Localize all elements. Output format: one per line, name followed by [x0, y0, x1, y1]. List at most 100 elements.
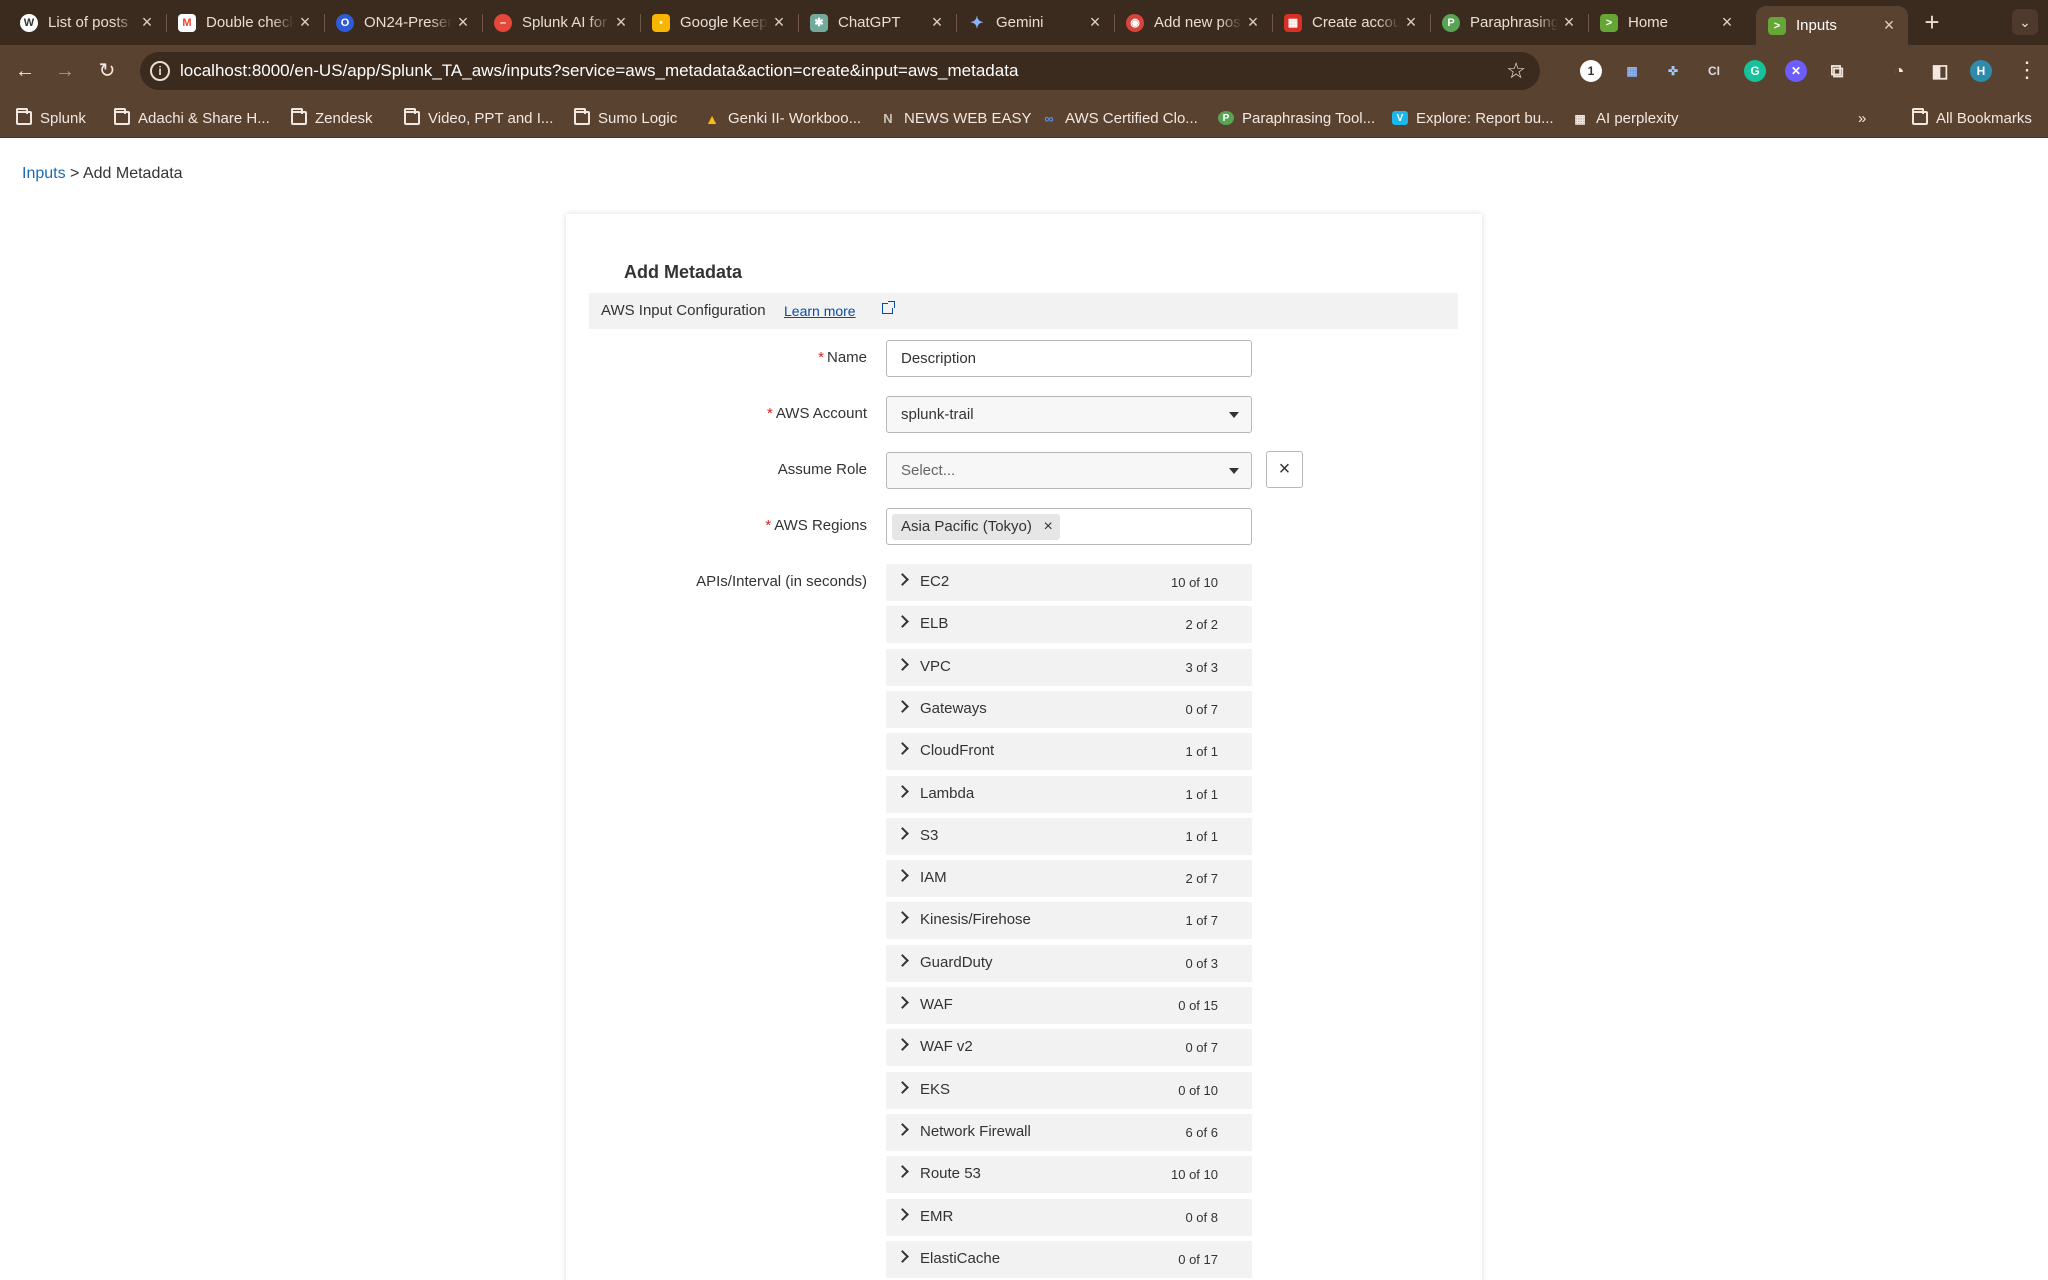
- bookmark-adachi[interactable]: Adachi & Share H...: [114, 108, 270, 128]
- api-row[interactable]: Network Firewall 6 of 6: [886, 1113, 1252, 1151]
- close-icon[interactable]: ×: [294, 12, 316, 33]
- api-row[interactable]: WAF 0 of 15: [886, 987, 1252, 1024]
- close-icon[interactable]: ×: [610, 12, 632, 33]
- api-row[interactable]: EKS 0 of 10: [886, 1071, 1252, 1109]
- bookmark-aws-certified[interactable]: ∞ AWS Certified Clo...: [1041, 108, 1197, 128]
- close-icon[interactable]: ×: [1400, 12, 1422, 33]
- api-row[interactable]: CloudFront 1 of 1: [886, 733, 1252, 771]
- chevron-right-icon[interactable]: [896, 1038, 909, 1052]
- api-row[interactable]: Gateways 0 of 7: [886, 690, 1252, 728]
- chevron-right-icon[interactable]: [896, 742, 909, 756]
- tab-inputs[interactable]: > Inputs ×: [1756, 6, 1908, 45]
- reload-button[interactable]: ↻: [94, 58, 120, 84]
- api-row[interactable]: IAM 2 of 7: [886, 860, 1252, 898]
- api-row[interactable]: ElastiCache 0 of 17: [886, 1240, 1252, 1278]
- grammarly-icon[interactable]: G: [1744, 60, 1766, 82]
- api-row[interactable]: EMR 0 of 8: [886, 1198, 1252, 1236]
- chevron-right-icon[interactable]: [896, 953, 909, 967]
- close-icon[interactable]: ×: [136, 12, 158, 33]
- bookmark-explore-report[interactable]: V Explore: Report bu...: [1392, 108, 1554, 128]
- close-icon[interactable]: ×: [768, 12, 790, 33]
- close-icon[interactable]: ×: [1716, 12, 1738, 33]
- api-row[interactable]: GuardDuty 0 of 3: [886, 944, 1252, 982]
- breadcrumb-inputs-link[interactable]: Inputs: [22, 165, 66, 182]
- api-row[interactable]: Lambda 1 of 1: [886, 775, 1252, 813]
- address-bar[interactable]: i localhost:8000/en-US/app/Splunk_TA_aws…: [140, 52, 1540, 90]
- close-icon[interactable]: ×: [1878, 15, 1900, 36]
- chevron-right-icon[interactable]: [896, 657, 909, 671]
- api-count: 10 of 10: [1171, 575, 1218, 590]
- side-panel-icon[interactable]: ◧: [1929, 60, 1951, 82]
- chevron-right-icon[interactable]: [896, 615, 909, 629]
- chevron-right-icon[interactable]: [896, 826, 909, 840]
- chevron-right-icon[interactable]: [896, 1207, 909, 1221]
- tab-list-of-posts[interactable]: W List of posts ×: [8, 6, 167, 39]
- onepassword-icon[interactable]: 1: [1580, 60, 1602, 82]
- chevron-right-icon[interactable]: [896, 1080, 909, 1094]
- tab-splunk-ai[interactable]: – Splunk AI for ×: [482, 6, 641, 39]
- puzzle-extension-icon[interactable]: ✜: [1662, 60, 1684, 82]
- site-info-icon[interactable]: i: [150, 61, 170, 81]
- back-button[interactable]: ←: [12, 58, 38, 84]
- aws-regions-multiselect[interactable]: Asia Pacific (Tokyo) ×: [886, 508, 1252, 545]
- close-icon[interactable]: ×: [1242, 12, 1264, 33]
- bookmark-genki[interactable]: ▲ Genki II- Workboo...: [704, 108, 861, 128]
- chevron-right-icon[interactable]: [896, 700, 909, 713]
- bookmark-splunk[interactable]: Splunk: [16, 108, 86, 128]
- chevron-right-icon[interactable]: [896, 1123, 909, 1136]
- url-text[interactable]: localhost:8000/en-US/app/Splunk_TA_aws/i…: [180, 61, 1018, 81]
- performance-icon[interactable]: ◔: [1888, 60, 1910, 82]
- bookmark-paraphrasing[interactable]: P Paraphrasing Tool...: [1218, 108, 1375, 128]
- avatar[interactable]: H: [1970, 60, 1992, 82]
- name-input[interactable]: Description: [886, 340, 1252, 377]
- assume-role-select[interactable]: Select...: [886, 452, 1252, 489]
- api-row[interactable]: EC2 10 of 10: [886, 564, 1252, 601]
- tab-double-check[interactable]: M Double check ×: [166, 6, 325, 39]
- chevron-right-icon[interactable]: [896, 1249, 909, 1263]
- chevron-right-icon[interactable]: [896, 1165, 909, 1179]
- tab-add-new-post[interactable]: ◉ Add new post ×: [1114, 6, 1273, 39]
- bookmark-video-ppt[interactable]: Video, PPT and I...: [404, 108, 553, 128]
- tab-google-keep[interactable]: • Google Keep ×: [640, 6, 799, 39]
- all-bookmarks-button[interactable]: All Bookmarks: [1912, 108, 2032, 128]
- api-row[interactable]: WAF v2 0 of 7: [886, 1029, 1252, 1067]
- close-icon[interactable]: ×: [1558, 12, 1580, 33]
- bookmark-ai-perplexity[interactable]: ▦ AI perplexity: [1572, 108, 1678, 128]
- api-row[interactable]: Kinesis/Firehose 1 of 7: [886, 902, 1252, 940]
- close-icon[interactable]: ×: [1084, 12, 1106, 33]
- bookmark-star-icon[interactable]: ☆: [1506, 58, 1526, 84]
- remove-region-icon[interactable]: ×: [1044, 514, 1053, 540]
- clear-assume-role-button[interactable]: ×: [1266, 451, 1303, 488]
- aws-account-select[interactable]: splunk-trail: [886, 396, 1252, 433]
- chevron-right-icon[interactable]: [896, 911, 909, 925]
- menu-icon[interactable]: ⋮: [2016, 57, 2038, 83]
- tab-search-button[interactable]: ⌄: [2012, 9, 2038, 35]
- chevron-right-icon[interactable]: [896, 996, 909, 1009]
- bookmarks-overflow-button[interactable]: »: [1858, 108, 1866, 128]
- chevron-right-icon[interactable]: [896, 573, 909, 586]
- bookmark-zendesk[interactable]: Zendesk: [291, 108, 373, 128]
- perplexity-extension-icon[interactable]: ✕: [1785, 60, 1807, 82]
- tab-home[interactable]: > Home ×: [1588, 6, 1746, 39]
- tab-on24[interactable]: O ON24-Presenter ×: [324, 6, 483, 39]
- close-icon[interactable]: ×: [452, 12, 474, 33]
- api-row[interactable]: S3 1 of 1: [886, 817, 1252, 855]
- tab-chatgpt[interactable]: ✱ ChatGPT ×: [798, 6, 957, 39]
- bookmark-sumo-logic[interactable]: Sumo Logic: [574, 108, 677, 128]
- tab-paraphrasing[interactable]: P Paraphrasing Tool ×: [1430, 6, 1589, 39]
- api-row[interactable]: ELB 2 of 2: [886, 606, 1252, 644]
- api-row[interactable]: VPC 3 of 3: [886, 648, 1252, 686]
- grid-extension-icon[interactable]: ▦: [1621, 60, 1643, 82]
- ci-extension-icon[interactable]: CI: [1703, 60, 1725, 82]
- forward-button[interactable]: →: [52, 58, 78, 84]
- chevron-right-icon[interactable]: [896, 784, 909, 798]
- learn-more-link[interactable]: Learn more: [784, 303, 856, 319]
- tab-gemini[interactable]: ✦ Gemini ×: [956, 6, 1115, 39]
- close-icon[interactable]: ×: [926, 12, 948, 33]
- api-row[interactable]: Route 53 10 of 10: [886, 1156, 1252, 1194]
- extensions-icon[interactable]: ⧉: [1826, 60, 1848, 82]
- bookmark-news-web-easy[interactable]: N NEWS WEB EASY: [880, 108, 1031, 128]
- tab-create-account[interactable]: ▦ Create account ×: [1272, 6, 1431, 39]
- chevron-right-icon[interactable]: [896, 869, 909, 882]
- new-tab-button[interactable]: +: [1918, 8, 1946, 36]
